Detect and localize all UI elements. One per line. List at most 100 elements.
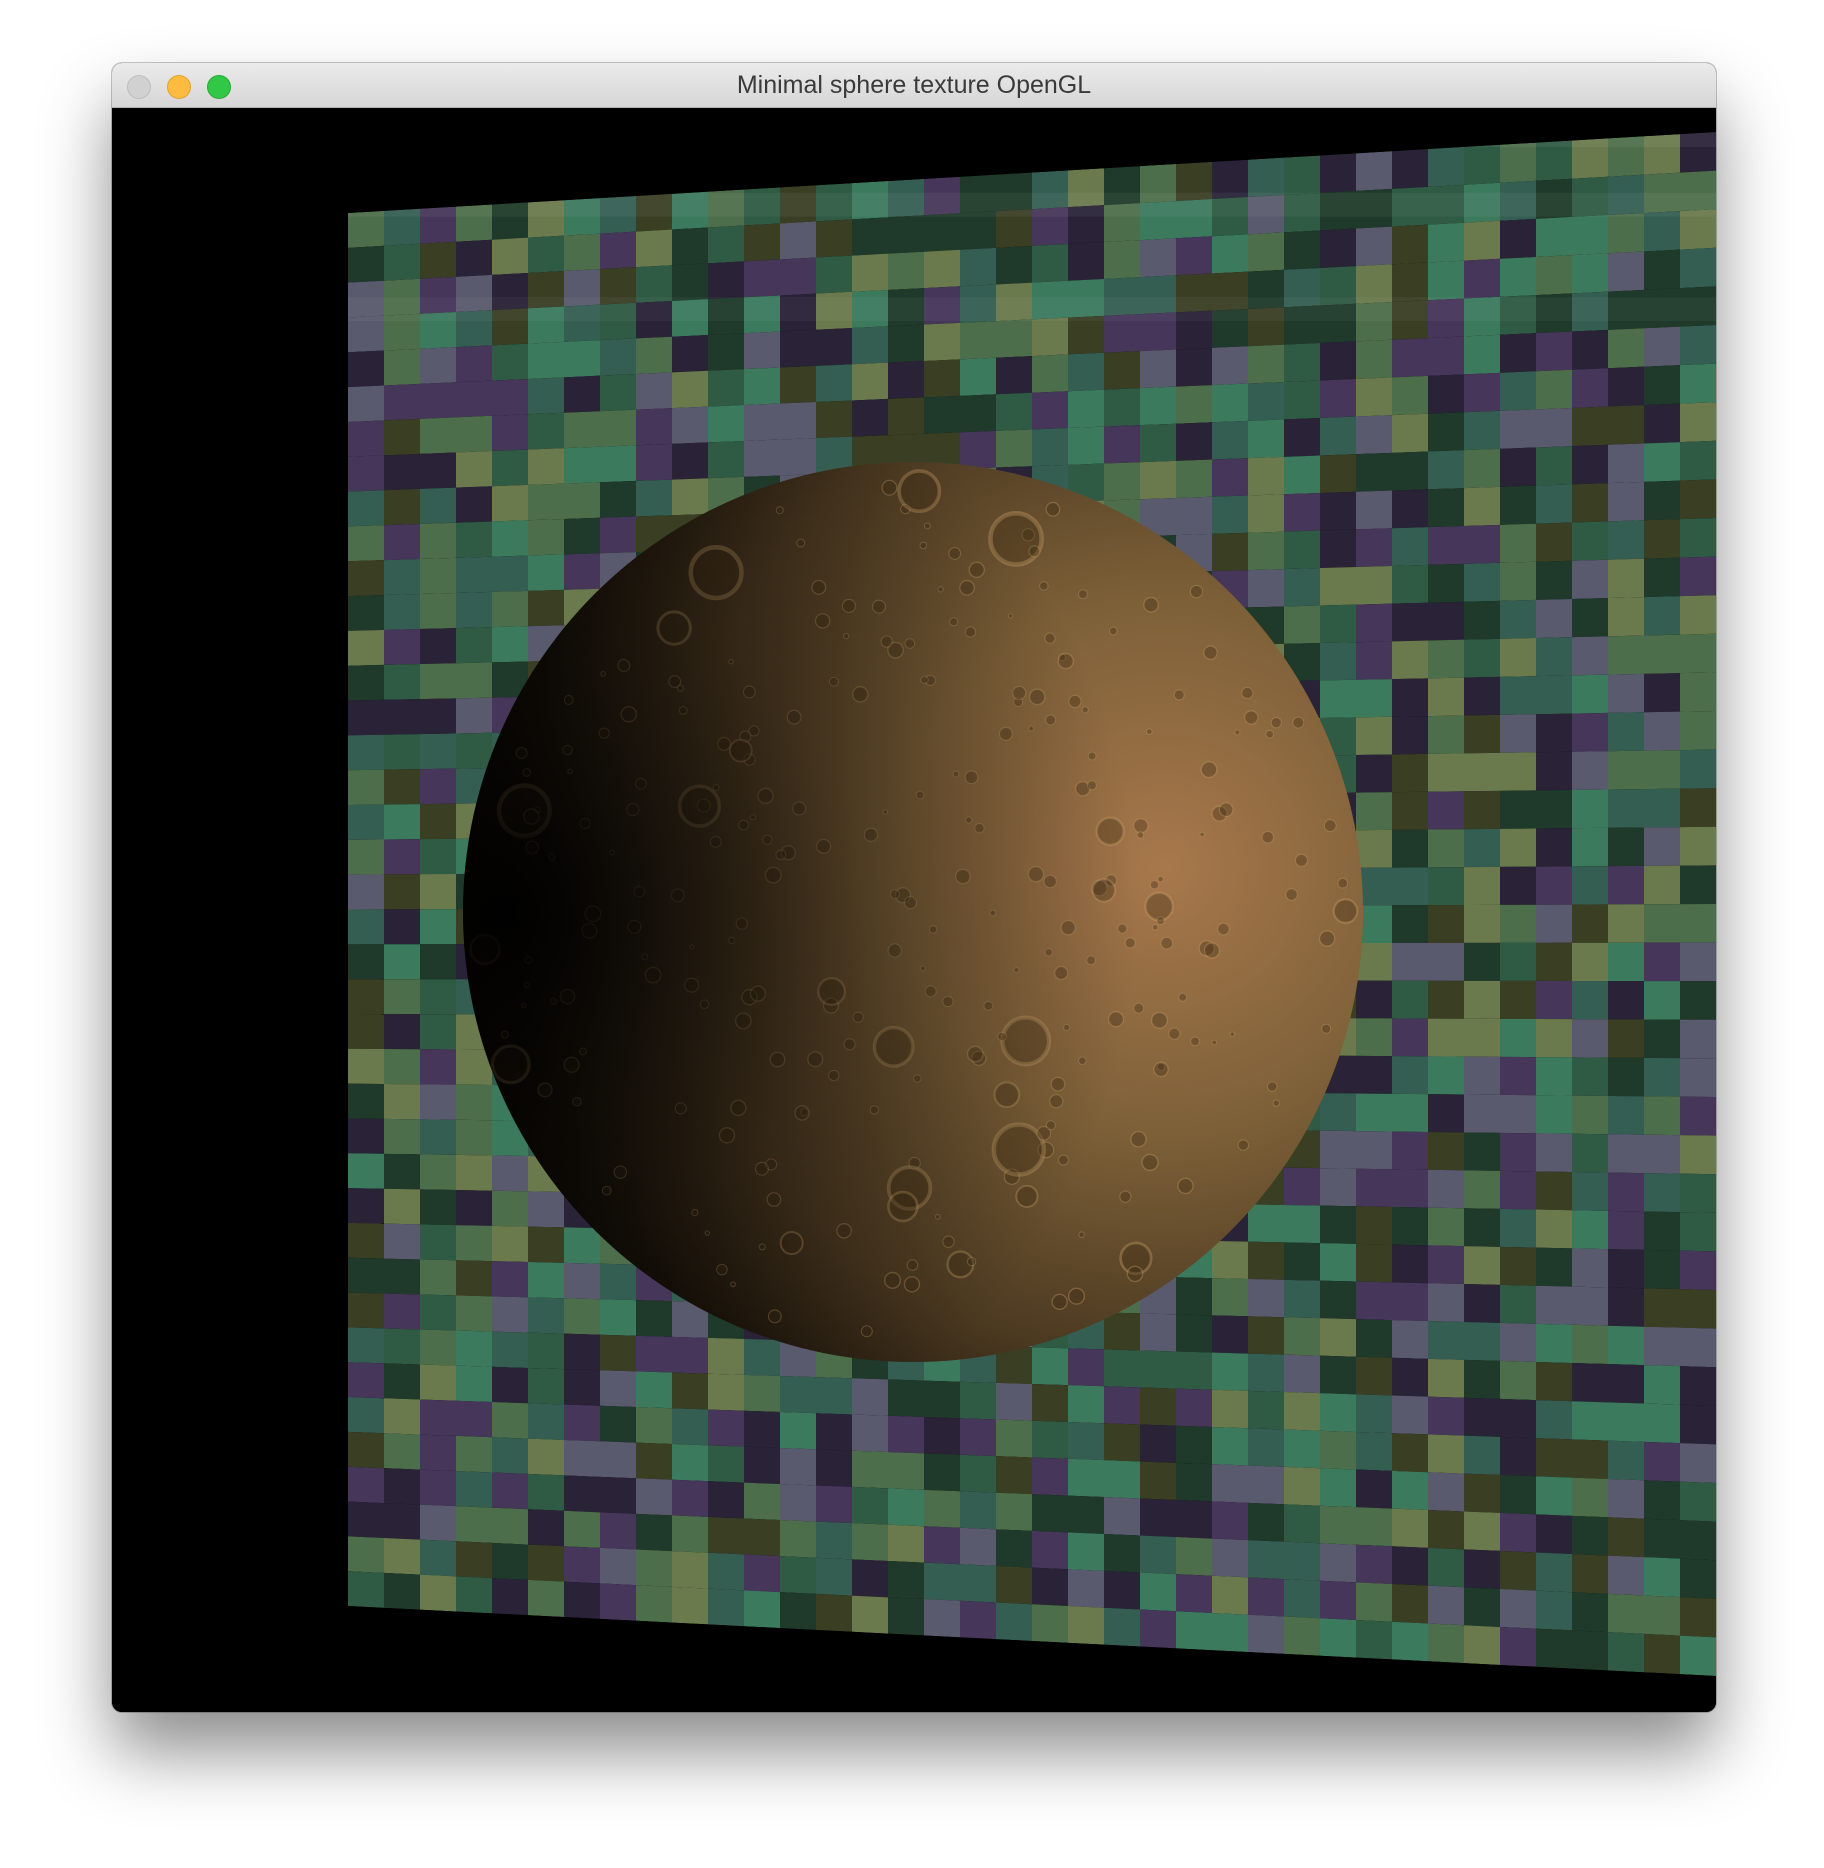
plane-tile	[384, 1503, 420, 1540]
plane-tile	[636, 1442, 672, 1480]
plane-tile	[1428, 677, 1464, 717]
plane-tile	[636, 1478, 672, 1516]
plane-tile	[996, 1565, 1032, 1605]
plane-tile	[1680, 1520, 1716, 1561]
plane-tile	[1068, 1458, 1104, 1498]
plane-tile	[1392, 527, 1428, 566]
plane-tile	[1644, 403, 1680, 444]
plane-tile	[600, 1441, 636, 1479]
plane-tile	[348, 664, 384, 701]
plane-tile	[348, 245, 384, 283]
plane-tile	[1428, 829, 1464, 868]
plane-tile	[492, 414, 528, 452]
plane-tile	[564, 233, 600, 272]
plane-tile	[708, 1445, 744, 1483]
plane-tile	[1608, 712, 1644, 752]
plane-tile	[564, 1298, 600, 1335]
plane-tile	[960, 1418, 996, 1457]
plane-tile	[1464, 942, 1500, 981]
plane-tile	[744, 367, 780, 406]
plane-tile	[1536, 446, 1572, 486]
plane-tile	[636, 1513, 672, 1552]
plane-tile	[384, 699, 420, 735]
plane-tile	[1536, 713, 1572, 753]
plane-tile	[1428, 601, 1464, 641]
plane-tile	[1644, 865, 1680, 905]
plane-tile	[492, 237, 528, 275]
plane-tile	[420, 1329, 456, 1366]
plane-tile	[1500, 409, 1536, 449]
plane-tile	[924, 1453, 960, 1492]
plane-tile	[1356, 829, 1392, 868]
plane-tile	[1428, 1472, 1464, 1512]
title-bar[interactable]: Minimal sphere texture OpenGL	[112, 63, 1716, 108]
plane-tile	[780, 221, 816, 260]
plane-tile	[1464, 562, 1500, 602]
plane-tile	[1572, 214, 1608, 256]
plane-tile	[492, 590, 528, 628]
opengl-viewport[interactable]	[112, 108, 1716, 1712]
plane-tile	[1464, 524, 1500, 564]
plane-tile	[1068, 1348, 1104, 1387]
plane-tile	[1392, 753, 1428, 793]
plane-tile	[1572, 980, 1608, 1020]
plane-tile	[1536, 1133, 1572, 1172]
plane-tile	[1680, 788, 1716, 828]
plane-tile	[1320, 1280, 1356, 1320]
plane-tile	[1176, 422, 1212, 461]
plane-tile	[384, 1083, 420, 1120]
plane-tile	[564, 1227, 600, 1264]
plane-tile	[384, 1223, 420, 1260]
plane-tile	[348, 1222, 384, 1259]
plane-tile	[1680, 1250, 1716, 1290]
plane-tile	[1464, 1359, 1500, 1399]
plane-tile	[1068, 352, 1104, 392]
plane-tile	[1320, 454, 1356, 494]
plane-tile	[600, 480, 636, 518]
plane-tile	[1356, 1281, 1392, 1321]
plane-tile	[348, 1292, 384, 1329]
plane-tile	[1428, 450, 1464, 490]
plane-tile	[1392, 1433, 1428, 1473]
plane-tile	[1356, 1055, 1392, 1094]
plane-tile	[420, 1504, 456, 1542]
plane-tile	[384, 1398, 420, 1435]
plane-tile	[1644, 1019, 1680, 1059]
plane-tile	[384, 1328, 420, 1365]
plane-tile	[744, 223, 780, 262]
plane-tile	[420, 1084, 456, 1120]
plane-tile	[852, 1486, 888, 1525]
plane-tile	[384, 734, 420, 770]
plane-tile	[1572, 406, 1608, 447]
plane-tile	[1248, 569, 1284, 608]
plane-tile	[1392, 375, 1428, 416]
plane-tile	[564, 446, 600, 484]
plane-tile	[1176, 1537, 1212, 1576]
plane-tile	[1392, 1169, 1428, 1208]
app-window: Minimal sphere texture OpenGL	[112, 63, 1716, 1712]
plane-tile	[384, 629, 420, 665]
plane-tile	[1212, 1389, 1248, 1429]
plane-tile	[564, 1439, 600, 1477]
plane-tile	[528, 412, 564, 450]
plane-tile	[1644, 1441, 1680, 1482]
plane-tile	[1428, 791, 1464, 830]
plane-tile	[1248, 456, 1284, 496]
plane-tile	[1212, 532, 1248, 572]
plane-tile	[780, 365, 816, 404]
plane-tile	[708, 1373, 744, 1411]
plane-tile	[1464, 1208, 1500, 1247]
plane-tile	[348, 1536, 384, 1573]
plane-tile	[1212, 1426, 1248, 1466]
plane-tile	[1464, 1056, 1500, 1095]
plane-tile	[1680, 440, 1716, 481]
plane-tile	[852, 1595, 888, 1634]
plane-tile	[420, 1294, 456, 1331]
plane-tile	[492, 1437, 528, 1474]
plane-tile	[708, 1337, 744, 1375]
plane-tile	[1536, 828, 1572, 867]
plane-tile	[960, 1454, 996, 1493]
plane-tile	[1104, 425, 1140, 464]
plane-tile	[996, 245, 1032, 285]
plane-tile	[744, 1446, 780, 1485]
